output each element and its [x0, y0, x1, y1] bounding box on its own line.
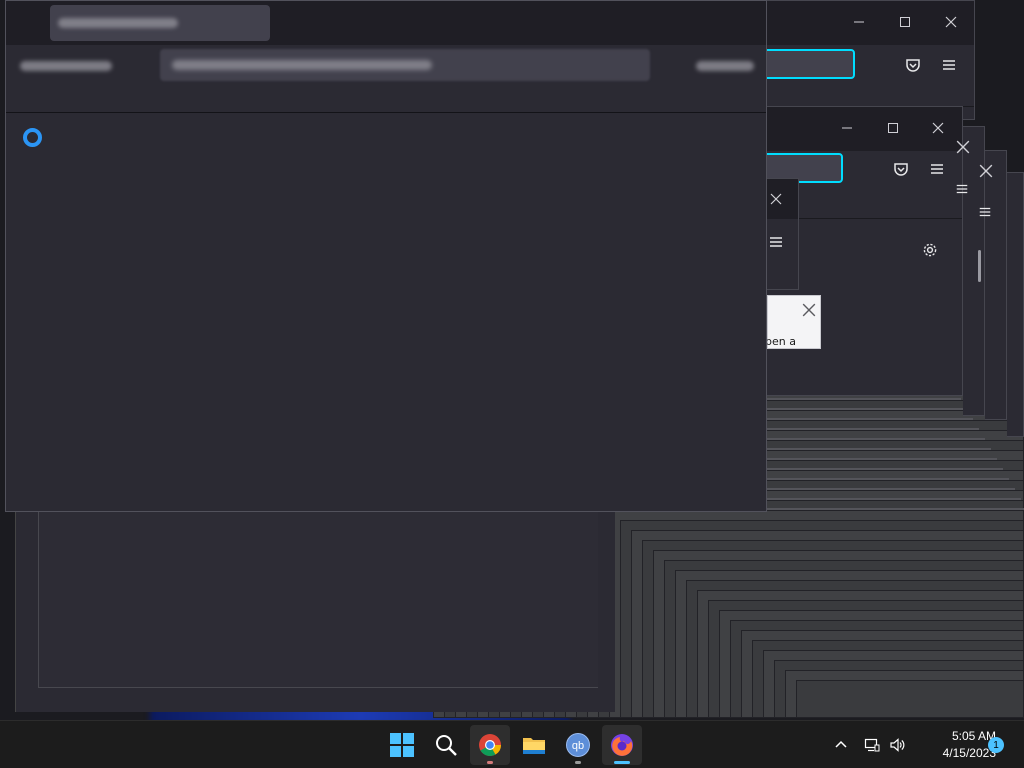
- running-indicator: [575, 761, 581, 764]
- menu-icon[interactable]: [978, 205, 992, 219]
- minimize-icon[interactable]: [838, 119, 856, 137]
- background-browser-window-1[interactable]: [763, 0, 975, 120]
- pocket-icon[interactable]: [902, 54, 924, 76]
- tray-overflow-chevron-icon[interactable]: [831, 735, 851, 755]
- running-indicator: [487, 761, 493, 764]
- close-icon[interactable]: [956, 140, 970, 154]
- background-browser-window-3: [767, 178, 799, 290]
- browser-tab[interactable]: [50, 5, 270, 41]
- minimize-icon[interactable]: [850, 13, 868, 31]
- ghost-edge-line: [767, 488, 1015, 490]
- background-window-edge-2: [985, 150, 1007, 420]
- search-button[interactable]: [426, 725, 466, 765]
- nav-controls-blurred[interactable]: [20, 61, 112, 71]
- title-bar: [767, 1, 974, 45]
- clock-time: 5:05 AM: [951, 729, 996, 743]
- ghost-window-frame: [796, 680, 1024, 718]
- close-icon[interactable]: [929, 119, 947, 137]
- folder-icon: [523, 738, 545, 754]
- menu-icon[interactable]: [926, 158, 948, 180]
- ghost-edge-line: [767, 508, 1024, 510]
- ghost-edge-line: [767, 458, 997, 460]
- windows-logo-icon: [390, 733, 414, 757]
- menu-icon[interactable]: [765, 231, 787, 253]
- ghost-edge-line: [767, 438, 985, 440]
- ghost-edge-line: [767, 408, 967, 410]
- ghost-edge-line: [767, 448, 991, 450]
- ghost-edge-line: [767, 418, 973, 420]
- title-bar: [6, 1, 766, 45]
- ghost-edge-line: [767, 468, 1003, 470]
- url-bar[interactable]: [160, 49, 650, 81]
- menu-icon[interactable]: [955, 182, 969, 196]
- tab-title-blurred: [58, 18, 178, 28]
- toolbar: [6, 45, 766, 113]
- clock-date: 4/15/2023: [942, 746, 996, 760]
- scrollbar-thumb[interactable]: [978, 250, 981, 282]
- ghost-edge-line: [767, 478, 1009, 480]
- taskbar-qbittorrent[interactable]: qb: [558, 725, 598, 765]
- notification-badge[interactable]: 1: [988, 737, 1004, 753]
- loading-spinner-icon: [23, 128, 42, 147]
- ghost-edge-line: [767, 398, 961, 400]
- main-browser-window[interactable]: [5, 0, 767, 512]
- active-indicator: [614, 761, 630, 764]
- system-clock[interactable]: 5:05 AM 4/15/2023: [912, 728, 996, 762]
- toolbar: [763, 45, 974, 107]
- ghost-edge-line: [767, 428, 979, 430]
- background-window-inner: [38, 512, 598, 688]
- background-window-content: [15, 512, 615, 712]
- close-icon[interactable]: [979, 164, 993, 178]
- close-icon[interactable]: [802, 302, 816, 317]
- menu-icon[interactable]: [938, 54, 960, 76]
- close-icon[interactable]: [942, 13, 960, 31]
- url-bar[interactable]: [763, 49, 855, 79]
- close-icon[interactable]: [767, 190, 785, 208]
- volume-icon[interactable]: [887, 735, 907, 755]
- maximize-icon[interactable]: [884, 119, 902, 137]
- chrome-icon: [479, 734, 501, 756]
- title-bar: [767, 107, 962, 151]
- taskbar: qb 5:05 AM 4/15/2023 1: [0, 720, 1024, 768]
- notification-popup[interactable]: pen a: [765, 295, 821, 349]
- toolbar-buttons-blurred[interactable]: [696, 61, 754, 71]
- background-window-edge-3: [1007, 172, 1024, 437]
- firefox-icon: [611, 734, 633, 756]
- taskbar-chrome[interactable]: [470, 725, 510, 765]
- maximize-icon[interactable]: [896, 13, 914, 31]
- taskbar-firefox[interactable]: [602, 725, 642, 765]
- pocket-icon[interactable]: [890, 158, 912, 180]
- svg-text:qb: qb: [572, 740, 584, 752]
- start-button[interactable]: [382, 725, 422, 765]
- network-icon[interactable]: [862, 735, 882, 755]
- qbittorrent-icon: qb: [566, 733, 590, 757]
- url-text-blurred: [172, 60, 432, 70]
- settings-gear-icon[interactable]: [919, 239, 941, 261]
- page-content: [6, 114, 766, 511]
- taskbar-file-explorer[interactable]: [514, 725, 554, 765]
- popup-text: pen a: [765, 335, 796, 348]
- search-icon: [436, 735, 457, 756]
- ghost-edge-line: [767, 498, 1021, 500]
- title-bar: [767, 179, 798, 219]
